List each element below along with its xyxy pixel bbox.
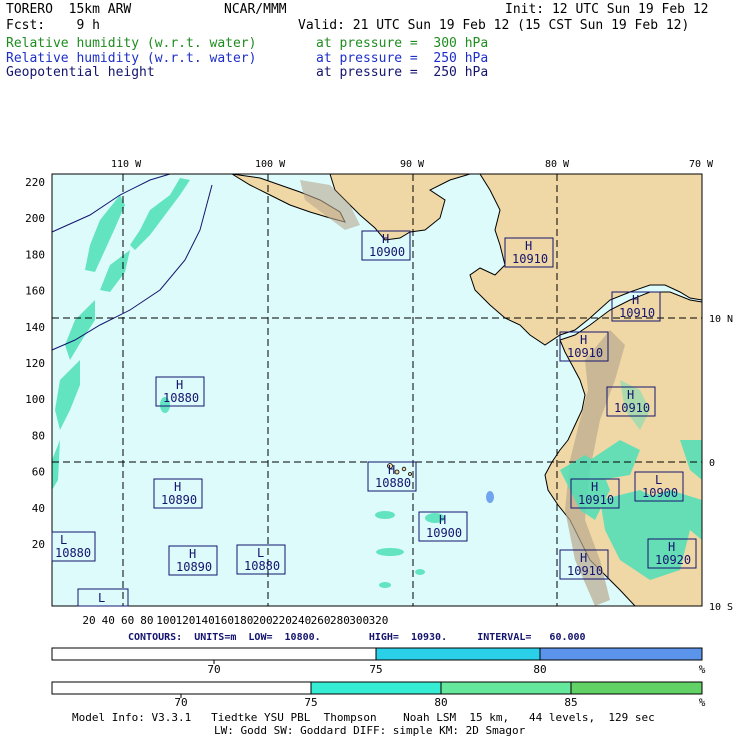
colorbar-300-label: 85 bbox=[564, 696, 577, 709]
svg-text:H: H bbox=[580, 551, 587, 565]
x-tick-label: 100 bbox=[156, 614, 176, 627]
svg-text:10880: 10880 bbox=[375, 476, 411, 490]
svg-text:10900: 10900 bbox=[369, 245, 405, 259]
svg-text:10920: 10920 bbox=[655, 553, 691, 567]
svg-text:H: H bbox=[174, 480, 181, 494]
svg-text:100 W: 100 W bbox=[255, 159, 286, 170]
svg-text:10910: 10910 bbox=[619, 306, 655, 320]
x-tick-label: 280 bbox=[330, 614, 350, 627]
top-lon-labels: 110 W 100 W 90 W 80 W 70 W bbox=[111, 159, 714, 170]
colorbar-250-label: 80 bbox=[533, 663, 546, 676]
colorbar-300-label: 75 bbox=[304, 696, 317, 709]
y-tick-label: 140 bbox=[25, 321, 45, 334]
colorbar-300-label: 70 bbox=[174, 696, 187, 709]
svg-text:10900: 10900 bbox=[426, 526, 462, 540]
colorbar-300-unit: % bbox=[699, 696, 706, 709]
y-tick-label: 40 bbox=[32, 502, 45, 515]
x-tick-label: 260 bbox=[311, 614, 331, 627]
model-info: Model Info: V3.3.1 Tiedtke YSU PBL Thomp… bbox=[72, 711, 655, 724]
y-tick-label: 200 bbox=[25, 212, 45, 225]
svg-text:H: H bbox=[439, 513, 446, 527]
y-tick-label: 20 bbox=[32, 538, 45, 551]
svg-text:H: H bbox=[580, 333, 587, 347]
colorbar-300hpa: 70 75 80 85 % bbox=[51, 681, 706, 709]
svg-text:110 W: 110 W bbox=[111, 159, 142, 170]
svg-text:H: H bbox=[632, 293, 639, 307]
svg-text:H: H bbox=[525, 239, 532, 253]
svg-text:L: L bbox=[257, 546, 264, 560]
contour-info: CONTOURS: UNITS=m LOW= 10800. HIGH= 1093… bbox=[128, 632, 586, 643]
svg-text:10 S: 10 S bbox=[709, 602, 733, 613]
svg-text:10880: 10880 bbox=[163, 391, 199, 405]
svg-text:L: L bbox=[60, 533, 67, 547]
svg-text:10910: 10910 bbox=[578, 493, 614, 507]
svg-text:10890: 10890 bbox=[176, 560, 212, 574]
colorbar-250-unit: % bbox=[699, 663, 706, 676]
y-tick-labels: 220 200 180 160 140 120 100 80 60 40 20 bbox=[25, 176, 45, 551]
svg-text:10 N: 10 N bbox=[709, 314, 733, 325]
svg-text:10910: 10910 bbox=[567, 346, 603, 360]
svg-text:L: L bbox=[98, 591, 105, 605]
physics-info: LW: Godd SW: Goddard DIFF: simple KM: 2D… bbox=[214, 724, 526, 737]
x-tick-label: 300 bbox=[349, 614, 369, 627]
colorbar-300-label: 80 bbox=[434, 696, 447, 709]
x-tick-label: 240 bbox=[291, 614, 311, 627]
x-tick-labels: 20 40 60 80 100 120 140 160 180 200 220 240 260 280 30… bbox=[82, 614, 388, 627]
svg-text:10910: 10910 bbox=[512, 252, 548, 266]
y-tick-label: 60 bbox=[32, 466, 45, 479]
svg-text:H: H bbox=[388, 463, 395, 477]
colorbar-250-label: 70 bbox=[207, 663, 220, 676]
svg-text:H: H bbox=[627, 388, 634, 402]
svg-text:H: H bbox=[591, 480, 598, 494]
svg-text:0: 0 bbox=[709, 458, 715, 469]
x-tick-label: 120 bbox=[176, 614, 196, 627]
y-tick-label: 120 bbox=[25, 357, 45, 370]
x-tick-label: 60 bbox=[121, 614, 134, 627]
x-tick-label: 20 bbox=[82, 614, 95, 627]
galapagos-island bbox=[401, 466, 407, 472]
colorbar-250hpa: 70 75 80 % bbox=[51, 647, 706, 676]
x-tick-label: 80 bbox=[140, 614, 153, 627]
x-tick-label: 320 bbox=[369, 614, 389, 627]
right-lat-labels: 10 N 0 10 S bbox=[709, 314, 733, 613]
svg-text:90 W: 90 W bbox=[400, 159, 425, 170]
y-tick-label: 180 bbox=[25, 248, 45, 261]
weather-map: H10900 H10910 H10910 H10910 H10880 H1091… bbox=[25, 159, 733, 709]
x-tick-label: 200 bbox=[253, 614, 273, 627]
svg-text:70 W: 70 W bbox=[689, 159, 714, 170]
svg-text:L: L bbox=[655, 473, 662, 487]
y-tick-label: 100 bbox=[25, 393, 45, 406]
x-tick-label: 180 bbox=[233, 614, 253, 627]
x-tick-label: 40 bbox=[102, 614, 115, 627]
colorbar-250-label: 75 bbox=[369, 663, 382, 676]
x-tick-label: 160 bbox=[214, 614, 234, 627]
svg-text:H: H bbox=[176, 378, 183, 392]
y-tick-label: 160 bbox=[25, 285, 45, 298]
svg-text:10910: 10910 bbox=[567, 564, 603, 578]
svg-text:H: H bbox=[382, 232, 389, 246]
svg-text:80 W: 80 W bbox=[545, 159, 570, 170]
svg-text:H: H bbox=[668, 540, 675, 554]
svg-text:10900: 10900 bbox=[642, 486, 678, 500]
y-tick-label: 80 bbox=[32, 429, 45, 442]
svg-text:10880: 10880 bbox=[244, 559, 280, 573]
svg-text:H: H bbox=[189, 547, 196, 561]
svg-text:10880: 10880 bbox=[55, 546, 91, 560]
svg-text:10910: 10910 bbox=[614, 401, 650, 415]
svg-text:10890: 10890 bbox=[161, 493, 197, 507]
y-tick-label: 220 bbox=[25, 176, 45, 189]
galapagos-island bbox=[394, 469, 400, 475]
x-tick-label: 220 bbox=[272, 614, 292, 627]
x-tick-label: 140 bbox=[195, 614, 215, 627]
